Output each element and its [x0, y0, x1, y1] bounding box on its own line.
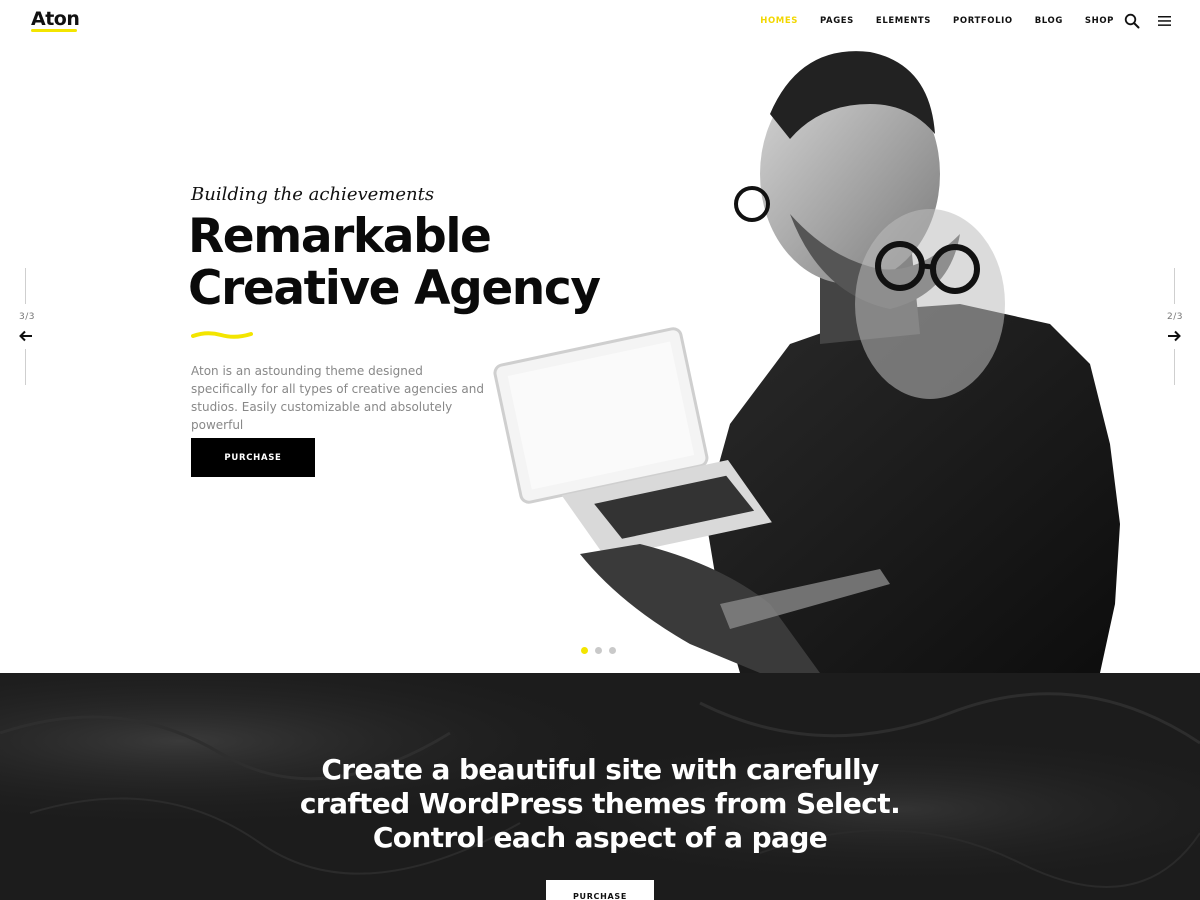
- logo-underline: [31, 29, 77, 32]
- pagination-dot-1[interactable]: [581, 647, 588, 654]
- nav-item-portfolio[interactable]: PORTFOLIO: [953, 16, 1013, 26]
- nav-item-pages[interactable]: PAGES: [820, 16, 854, 26]
- hamburger-menu-icon[interactable]: [1158, 15, 1171, 27]
- next-slide-counter: 2/3: [1167, 312, 1183, 322]
- cta-headline-line2: crafted WordPress themes from Select.: [299, 787, 901, 820]
- purchase-button[interactable]: PURCHASE: [191, 438, 315, 477]
- cta-headline: Create a beautiful site with carefully c…: [0, 753, 1200, 855]
- hero-title-line1: Remarkable: [188, 209, 492, 264]
- hero-title-line2: Creative Agency: [188, 261, 601, 316]
- slider-pagination: [581, 647, 616, 654]
- left-divider-bottom: [25, 349, 26, 385]
- right-divider-bottom: [1174, 349, 1175, 385]
- arrow-right-icon[interactable]: [1167, 330, 1181, 342]
- cta-headline-line1: Create a beautiful site with carefully: [321, 753, 879, 786]
- cta-purchase-button[interactable]: PURCHASE: [546, 880, 654, 900]
- left-divider-top: [25, 268, 26, 304]
- pagination-dot-3[interactable]: [609, 647, 616, 654]
- arrow-left-icon[interactable]: [19, 330, 33, 342]
- right-divider-top: [1174, 268, 1175, 304]
- hero-slider: 3/3 2/3 Building the achievements Remark…: [0, 44, 1200, 673]
- hero-title: Remarkable Creative Agency: [188, 209, 601, 316]
- nav-item-elements[interactable]: ELEMENTS: [876, 16, 931, 26]
- hero-description: Aton is an astounding theme designed spe…: [191, 364, 484, 432]
- cta-headline-line3: Control each aspect of a page: [372, 821, 828, 854]
- pagination-dot-2[interactable]: [595, 647, 602, 654]
- hero-kicker: Building the achievements: [191, 184, 435, 205]
- prev-slide-counter: 3/3: [19, 312, 35, 322]
- site-header: Aton HOMES PAGES ELEMENTS PORTFOLIO BLOG…: [0, 0, 1200, 44]
- logo[interactable]: Aton: [31, 8, 80, 30]
- nav-item-homes[interactable]: HOMES: [760, 16, 798, 26]
- hero-image: [490, 44, 1170, 673]
- nav-item-blog[interactable]: BLOG: [1035, 16, 1063, 26]
- search-icon[interactable]: [1124, 13, 1140, 29]
- yellow-squiggle-divider: [191, 331, 253, 339]
- main-nav: HOMES PAGES ELEMENTS PORTFOLIO BLOG SHOP: [738, 16, 1114, 26]
- nav-item-shop[interactable]: SHOP: [1085, 16, 1114, 26]
- cta-section: Create a beautiful site with carefully c…: [0, 673, 1200, 900]
